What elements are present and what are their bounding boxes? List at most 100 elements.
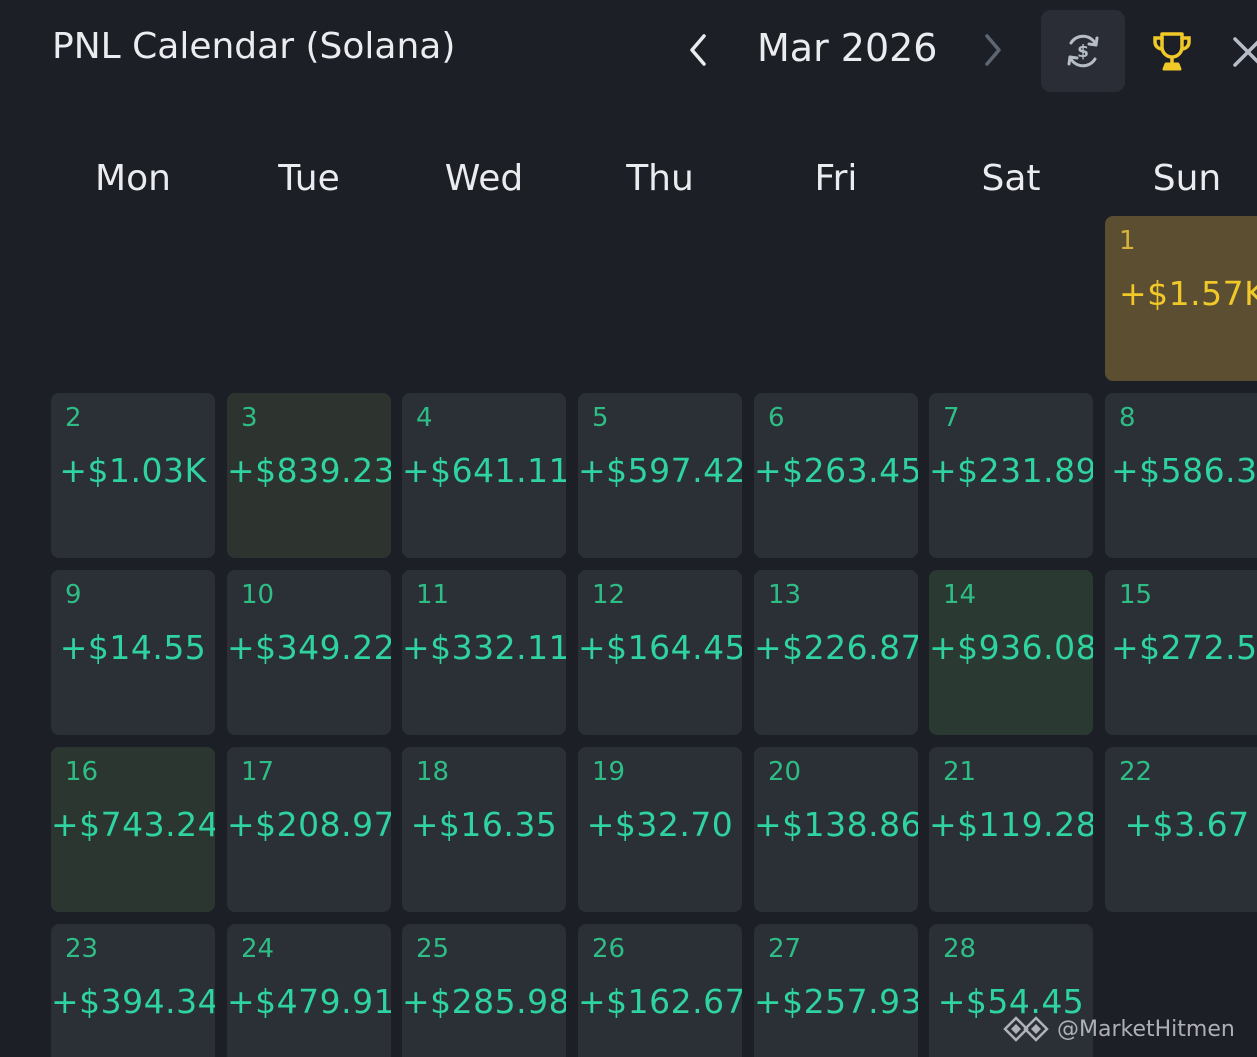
page-title: PNL Calendar (Solana)	[52, 26, 456, 67]
calendar-day-cell[interactable]: 22 +$3.67	[1105, 747, 1257, 912]
day-number: 7	[943, 403, 960, 433]
pnl-calendar-panel: PNL Calendar (Solana) Mar 2026 $ Mon Tue…	[0, 0, 1257, 1057]
leaderboard-button[interactable]	[1146, 26, 1198, 78]
calendar-day-cell[interactable]: 4 +$641.11	[402, 393, 566, 558]
weekday-label: Wed	[444, 158, 524, 199]
day-pnl-value: +$3.67	[1124, 805, 1250, 844]
weekday-label: Fri	[814, 158, 858, 199]
day-pnl-value: +$272.51	[1111, 628, 1257, 667]
day-number: 14	[943, 580, 977, 610]
day-number: 13	[768, 580, 802, 610]
svg-text:$: $	[1077, 42, 1089, 62]
day-pnl-value: +$743.24	[51, 805, 215, 844]
day-number: 20	[768, 757, 802, 787]
calendar-day-cell[interactable]: 2 +$1.03K	[51, 393, 215, 558]
day-pnl-value: +$641.11	[402, 451, 566, 490]
day-number: 17	[241, 757, 275, 787]
day-number: 25	[416, 934, 450, 964]
calendar-day-cell[interactable]: 9 +$14.55	[51, 570, 215, 735]
calendar-day-cell[interactable]: 16 +$743.24	[51, 747, 215, 912]
day-pnl-value: +$839.23	[227, 451, 391, 490]
day-pnl-value: +$479.91	[227, 982, 391, 1021]
next-month-button[interactable]	[975, 30, 1011, 70]
day-pnl-value: +$349.22	[227, 628, 391, 667]
day-number: 26	[592, 934, 626, 964]
calendar-day-cell[interactable]: 5 +$597.42	[578, 393, 742, 558]
currency-sync-button[interactable]: $	[1041, 10, 1125, 92]
day-pnl-value: +$285.98	[402, 982, 566, 1021]
day-number: 1	[1119, 226, 1136, 256]
day-pnl-value: +$226.87	[754, 628, 918, 667]
calendar-day-cell[interactable]: 21 +$119.28	[929, 747, 1093, 912]
day-number: 2	[65, 403, 82, 433]
day-pnl-value: +$164.45	[578, 628, 742, 667]
weekday-label: Tue	[278, 158, 340, 199]
close-icon	[1233, 37, 1257, 67]
calendar-day-cell[interactable]: 3 +$839.23	[227, 393, 391, 558]
calendar-day-cell[interactable]: 6 +$263.45	[754, 393, 918, 558]
watermark-text: @MarketHitmen	[1057, 1016, 1235, 1042]
day-number: 12	[592, 580, 626, 610]
day-number: 8	[1119, 403, 1136, 433]
calendar-day-cell[interactable]: 23 +$394.34	[51, 924, 215, 1057]
day-pnl-value: +$16.35	[410, 805, 558, 844]
day-number: 24	[241, 934, 275, 964]
day-pnl-value: +$14.55	[59, 628, 207, 667]
calendar-day-cell[interactable]: 12 +$164.45	[578, 570, 742, 735]
day-number: 11	[416, 580, 450, 610]
calendar-day-cell[interactable]: 13 +$226.87	[754, 570, 918, 735]
calendar-day-cell[interactable]: 1 +$1.57K	[1105, 216, 1257, 381]
weekday-label: Thu	[626, 158, 694, 199]
calendar-day-cell[interactable]: 18 +$16.35	[402, 747, 566, 912]
calendar-day-cell[interactable]: 15 +$272.51	[1105, 570, 1257, 735]
weekday-label: Sat	[981, 158, 1041, 199]
calendar-day-cell[interactable]: 11 +$332.11	[402, 570, 566, 735]
day-pnl-value: +$1.03K	[59, 451, 207, 490]
day-pnl-value: +$119.28	[929, 805, 1093, 844]
day-number: 21	[943, 757, 977, 787]
calendar-day-cell[interactable]: 10 +$349.22	[227, 570, 391, 735]
calendar-day-cell[interactable]: 8 +$586.34	[1105, 393, 1257, 558]
day-pnl-value: +$162.67	[578, 982, 742, 1021]
calendar-day-cell[interactable]: 20 +$138.86	[754, 747, 918, 912]
watermark: @MarketHitmen	[1003, 1016, 1235, 1042]
calendar-day-cell[interactable]: 26 +$162.67	[578, 924, 742, 1057]
calendar-day-cell[interactable]: 17 +$208.97	[227, 747, 391, 912]
weekday-header-row: Mon Tue Wed Thu Fri Sat Sun	[0, 158, 1257, 208]
day-pnl-value: +$231.89	[929, 451, 1093, 490]
previous-month-button[interactable]	[680, 30, 716, 70]
day-pnl-value: +$263.45	[754, 451, 918, 490]
weekday-label: Sun	[1152, 158, 1222, 199]
chevron-left-icon	[690, 34, 706, 66]
day-number: 23	[65, 934, 99, 964]
day-number: 5	[592, 403, 609, 433]
currency-sync-icon: $	[1067, 34, 1099, 68]
trophy-icon	[1153, 32, 1191, 71]
calendar-day-cell[interactable]: 27 +$257.93	[754, 924, 918, 1057]
day-number: 6	[768, 403, 785, 433]
chevron-right-icon	[985, 34, 1001, 66]
day-pnl-value: +$32.70	[586, 805, 734, 844]
weekday-label: Mon	[95, 158, 171, 199]
day-pnl-value: +$394.34	[51, 982, 215, 1021]
diamond-logo-icon	[1003, 1016, 1049, 1042]
day-number: 3	[241, 403, 258, 433]
calendar-day-cell[interactable]: 7 +$231.89	[929, 393, 1093, 558]
day-pnl-value: +$257.93	[754, 982, 918, 1021]
day-number: 15	[1119, 580, 1153, 610]
calendar-header: PNL Calendar (Solana) Mar 2026 $	[0, 0, 1257, 100]
calendar-day-cell[interactable]: 19 +$32.70	[578, 747, 742, 912]
day-pnl-value: +$208.97	[227, 805, 391, 844]
day-number: 18	[416, 757, 450, 787]
calendar-day-cell[interactable]: 14 +$936.08	[929, 570, 1093, 735]
day-number: 28	[943, 934, 977, 964]
current-month-label: Mar 2026	[757, 26, 938, 70]
calendar-day-cell[interactable]: 25 +$285.98	[402, 924, 566, 1057]
day-pnl-value: +$1.57K	[1119, 274, 1257, 313]
day-pnl-value: +$936.08	[929, 628, 1093, 667]
close-button[interactable]	[1226, 30, 1257, 74]
day-number: 19	[592, 757, 626, 787]
calendar-day-cell[interactable]: 24 +$479.91	[227, 924, 391, 1057]
day-number: 22	[1119, 757, 1153, 787]
day-number: 16	[65, 757, 99, 787]
